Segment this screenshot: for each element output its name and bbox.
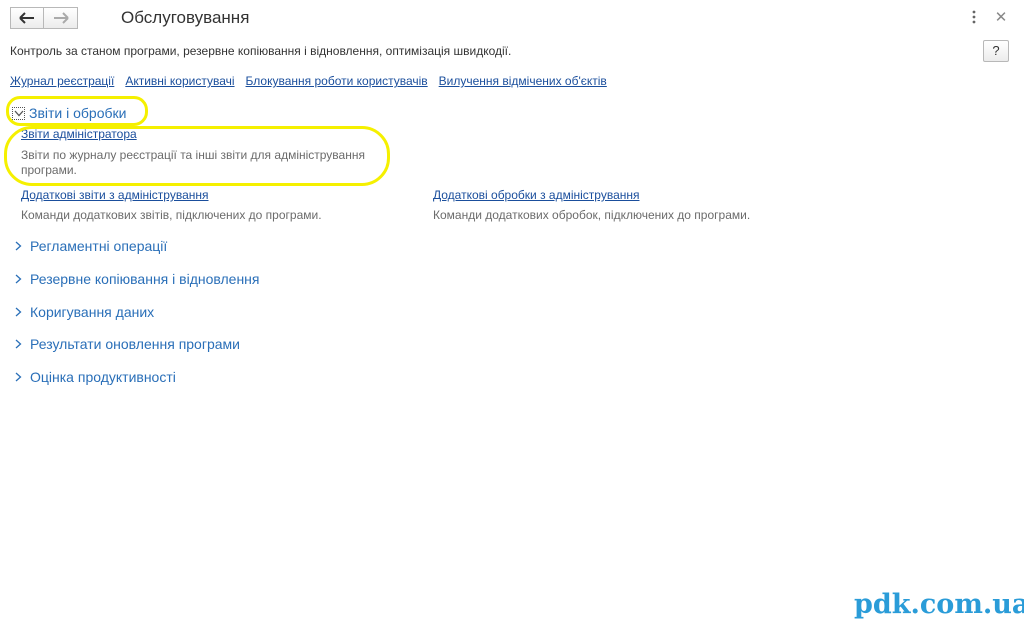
section-title: Оцінка продуктивності bbox=[30, 369, 176, 385]
section-data-correction[interactable]: Коригування даних bbox=[12, 304, 154, 320]
help-button[interactable]: ? bbox=[983, 40, 1009, 62]
additional-reports-desc: Команди додаткових звітів, підключених д… bbox=[21, 208, 322, 222]
page-description: Контроль за станом програми, резервне ко… bbox=[10, 44, 512, 58]
watermark: pdk.com.ua bbox=[854, 589, 1024, 620]
quick-links: Журнал реєстрації Активні користувачі Бл… bbox=[10, 74, 607, 88]
close-icon[interactable]: ✕ bbox=[994, 10, 1008, 26]
link-active-users[interactable]: Активні користувачі bbox=[125, 74, 234, 88]
chevron-right-icon bbox=[12, 306, 24, 318]
more-options-icon[interactable] bbox=[968, 10, 980, 26]
chevron-right-icon bbox=[12, 371, 24, 383]
navigation-buttons bbox=[10, 7, 78, 29]
section-update-results[interactable]: Результати оновлення програми bbox=[12, 336, 240, 352]
link-block-users[interactable]: Блокування роботи користувачів bbox=[246, 74, 428, 88]
section-scheduled-operations[interactable]: Регламентні операції bbox=[12, 238, 167, 254]
section-backup-restore[interactable]: Резервне копіювання і відновлення bbox=[12, 271, 260, 287]
chevron-right-icon bbox=[12, 273, 24, 285]
additional-reports-link[interactable]: Додаткові звіти з адміністрування bbox=[21, 188, 209, 202]
section-title: Коригування даних bbox=[30, 304, 155, 320]
section-title: Резервне копіювання і відновлення bbox=[30, 271, 260, 287]
back-button[interactable] bbox=[10, 7, 44, 29]
link-delete-marked[interactable]: Вилучення відмічених об'єктів bbox=[439, 74, 607, 88]
arrow-right-icon bbox=[53, 12, 69, 24]
additional-processing-desc: Команди додаткових обробок, підключених … bbox=[433, 208, 751, 222]
arrow-left-icon bbox=[19, 12, 34, 24]
page-title: Обслуговування bbox=[121, 8, 250, 27]
link-event-log[interactable]: Журнал реєстрації bbox=[10, 74, 114, 88]
highlight-admin-reports bbox=[4, 126, 390, 186]
section-title: Результати оновлення програми bbox=[30, 336, 240, 352]
chevron-right-icon bbox=[12, 338, 24, 350]
section-performance[interactable]: Оцінка продуктивності bbox=[12, 369, 176, 385]
chevron-right-icon bbox=[12, 240, 24, 252]
additional-processing-link[interactable]: Додаткові обробки з адміністрування bbox=[433, 188, 640, 202]
highlight-section-title bbox=[6, 96, 148, 126]
section-title: Регламентні операції bbox=[30, 238, 168, 254]
forward-button[interactable] bbox=[44, 7, 78, 29]
